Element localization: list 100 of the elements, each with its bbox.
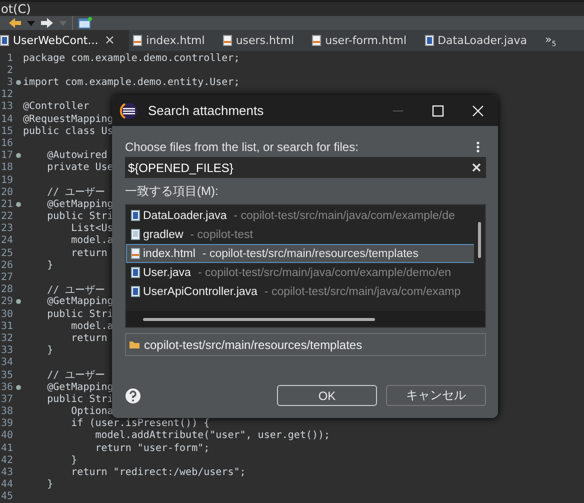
line-number: 34 [0, 357, 13, 368]
file-list-item[interactable]: DataLoader.java - copilot-test/src/main/java/com/example/de [126, 206, 475, 225]
html-file-icon [131, 248, 140, 259]
line-number: 2 [6, 64, 13, 76]
line-number: 38 [0, 406, 13, 418]
code-line: // ユーザー [46, 369, 106, 382]
editor-tab[interactable]: user-form.html [308, 30, 421, 52]
code-line: package com.example.demo.controller; [23, 52, 240, 64]
line-number: 33 [0, 345, 13, 356]
editor-tab[interactable]: index.html [129, 30, 219, 52]
code-line: private Use [46, 162, 114, 174]
code-line: @RequestMapping [23, 114, 114, 125]
location-field: copilot-test/src/main/resources/templates [125, 333, 486, 356]
prompt-label: Choose files from the list, or search for files: [125, 140, 358, 154]
fold-marker-icon[interactable] [16, 299, 20, 304]
code-line: @GetMapping [46, 198, 114, 210]
line-number: 39 [0, 418, 13, 430]
clear-icon[interactable] [472, 163, 481, 172]
line-number: 22 [0, 211, 13, 222]
window-icon[interactable] [78, 17, 92, 30]
line-number: 21 [0, 198, 13, 210]
tab-overflow-button[interactable]: »$_{5}$ [545, 32, 556, 48]
line-number: 16 [0, 138, 13, 149]
line-number: 43 [0, 467, 13, 478]
line-number: 40 [0, 430, 13, 442]
cancel-button[interactable]: キャンセル [386, 385, 486, 406]
html-file-icon [312, 35, 322, 46]
line-number: 27 [0, 272, 13, 284]
line-number: 14 [0, 114, 13, 125]
line-number: 31 [0, 320, 13, 332]
line-number: 44 [0, 479, 13, 490]
code-line: import com.example.demo.entity.User; [23, 77, 240, 88]
line-number: 23 [0, 223, 13, 234]
java-file-icon [424, 35, 434, 46]
editor-tab[interactable]: UserWebCont... × [0, 30, 130, 52]
code-line: public Stri [46, 211, 114, 222]
line-number: 19 [0, 174, 13, 186]
line-number: 28 [0, 284, 13, 296]
code-line: @Autowired [46, 150, 108, 162]
file-list-item[interactable]: gradlew - copilot-test [126, 225, 475, 244]
code-line: } [46, 260, 54, 271]
file-list-item[interactable]: UserApiController.java - copilot-test/src/main/java/com/examp [126, 282, 475, 301]
code-line: return "redirect:/web/users"; [70, 467, 246, 478]
close-icon[interactable] [472, 104, 484, 116]
line-number: 20 [0, 186, 13, 198]
code-line: public class Us [23, 126, 114, 137]
fold-marker-icon[interactable] [16, 384, 20, 390]
file-list-item[interactable]: index.html - copilot-test/src/main/resources/templates [126, 244, 475, 263]
line-number: 17 [0, 150, 13, 162]
file-list-item[interactable]: User.java - copilot-test/src/main/java/com/example/demo/en [126, 263, 475, 282]
help-icon[interactable] [125, 388, 141, 404]
editor-tab[interactable]: users.html [218, 30, 308, 52]
line-number: 15 [0, 126, 13, 137]
file-icon [131, 229, 140, 240]
maximize-icon[interactable] [432, 104, 444, 116]
more-options-icon[interactable] [476, 141, 480, 153]
code-line: return [70, 332, 108, 344]
html-file-icon [222, 35, 232, 46]
forward-arrow-icon[interactable] [40, 17, 54, 30]
code-line: model.addAttribute("user", user.get()); [94, 430, 330, 442]
menu-item[interactable]: ot(C) [0, 2, 35, 16]
line-number: 45 [0, 491, 13, 502]
back-arrow-icon[interactable] [8, 17, 22, 30]
code-line: } [70, 454, 78, 466]
code-line: return [70, 248, 108, 259]
code-line: model.a [70, 235, 114, 246]
java-file-icon [131, 286, 140, 297]
horizontal-scrollbar[interactable] [126, 311, 485, 327]
line-number: 25 [0, 248, 13, 259]
folder-icon [129, 340, 140, 349]
java-file-icon [131, 210, 140, 221]
line-number: 3 [6, 77, 13, 88]
code-line: } [46, 345, 54, 356]
tab-close-button[interactable]: × [104, 33, 116, 48]
line-number: 42 [0, 454, 13, 466]
fold-marker-icon[interactable] [16, 153, 20, 158]
line-number: 32 [0, 332, 13, 344]
code-line: public Stri [46, 308, 114, 320]
line-number: 36 [0, 382, 13, 393]
code-line: @GetMapping [46, 296, 114, 308]
ok-button[interactable]: OK [277, 385, 377, 406]
code-line: return "user-form"; [94, 442, 210, 454]
code-line: // ユーザー [46, 186, 106, 199]
list-label: 一致する項目(M): [125, 183, 220, 200]
code-line: model.a [70, 320, 114, 332]
code-line: Optiona [70, 406, 114, 418]
line-number: 37 [0, 394, 13, 405]
fold-marker-icon[interactable] [16, 202, 20, 207]
java-file-icon [0, 35, 9, 46]
java-file-icon [131, 267, 140, 278]
line-number: 41 [0, 442, 13, 454]
search-field[interactable]: ${OPENED_FILES} [125, 157, 486, 178]
editor-tab[interactable]: DataLoader.java [420, 30, 542, 52]
code-line: } [46, 479, 54, 490]
code-line: public Stri [46, 394, 114, 405]
line-number: 26 [0, 260, 13, 271]
line-number: 12 [0, 89, 13, 100]
fold-marker-icon[interactable] [16, 80, 20, 86]
line-number: 24 [0, 235, 13, 246]
line-number: 35 [0, 370, 13, 381]
